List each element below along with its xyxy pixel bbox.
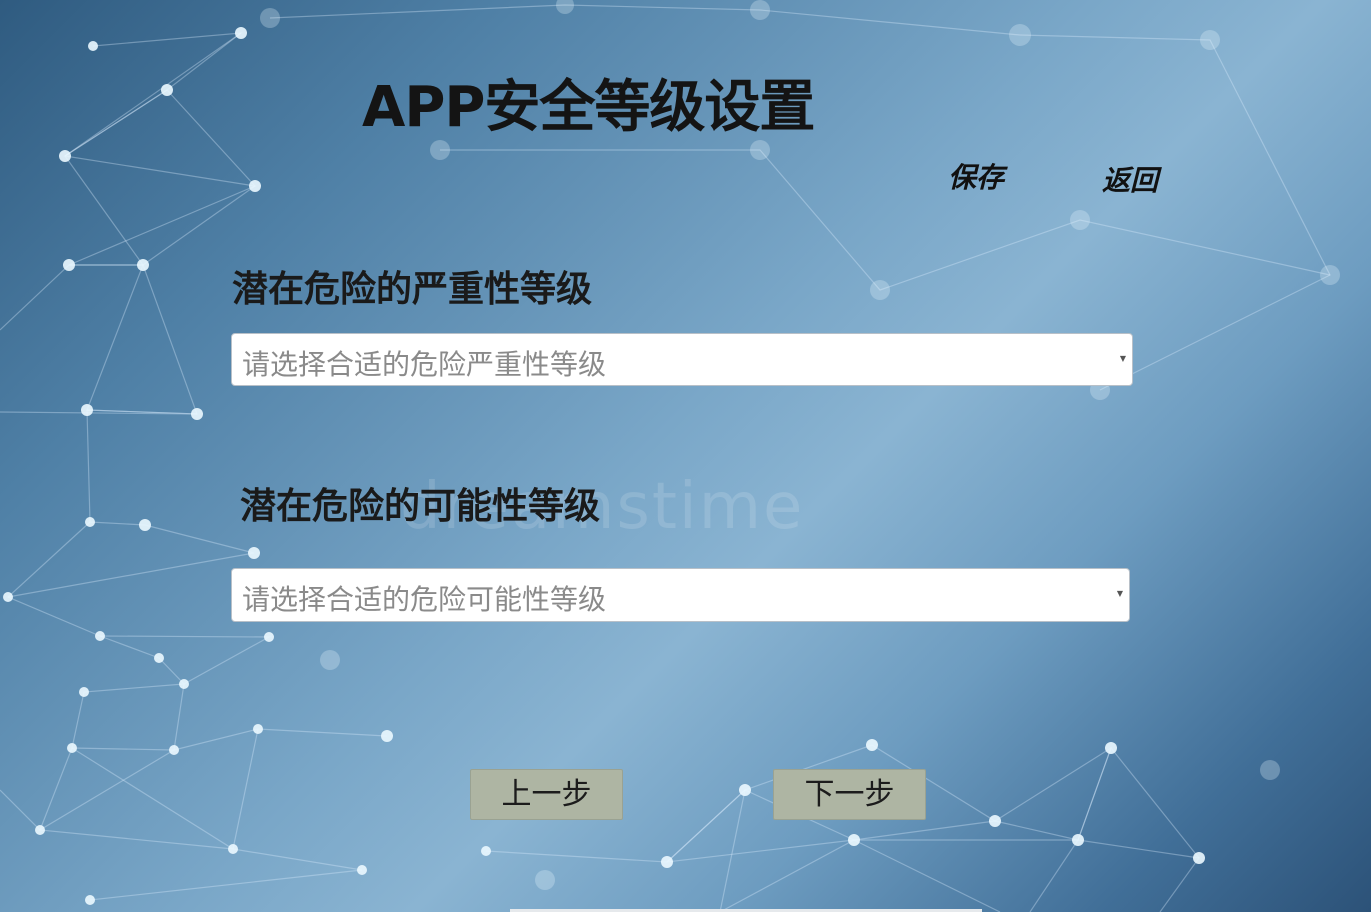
save-link[interactable]: 保存 <box>948 156 1004 196</box>
previous-step-button[interactable]: 上一步 <box>470 769 623 820</box>
app-security-page: dreamstime APP安全等级设置 保存 返回 潜在危险的严重性等级 请选… <box>0 0 1371 912</box>
likelihood-label: 潜在危险的可能性等级 <box>240 486 601 527</box>
likelihood-select[interactable]: 请选择合适的危险可能性等级 ▼ <box>231 568 1130 622</box>
likelihood-select-placeholder: 请选择合适的危险可能性等级 <box>242 583 607 616</box>
back-link[interactable]: 返回 <box>1102 159 1158 199</box>
next-step-button[interactable]: 下一步 <box>773 769 926 820</box>
severity-select-placeholder: 请选择合适的危险严重性等级 <box>242 348 607 381</box>
severity-select[interactable]: 请选择合适的危险严重性等级 ▼ <box>231 333 1133 386</box>
page-title: APP安全等级设置 <box>362 75 815 140</box>
chevron-down-icon: ▼ <box>1119 354 1126 363</box>
chevron-down-icon: ▼ <box>1116 589 1123 598</box>
severity-label: 潜在危险的严重性等级 <box>232 269 593 310</box>
